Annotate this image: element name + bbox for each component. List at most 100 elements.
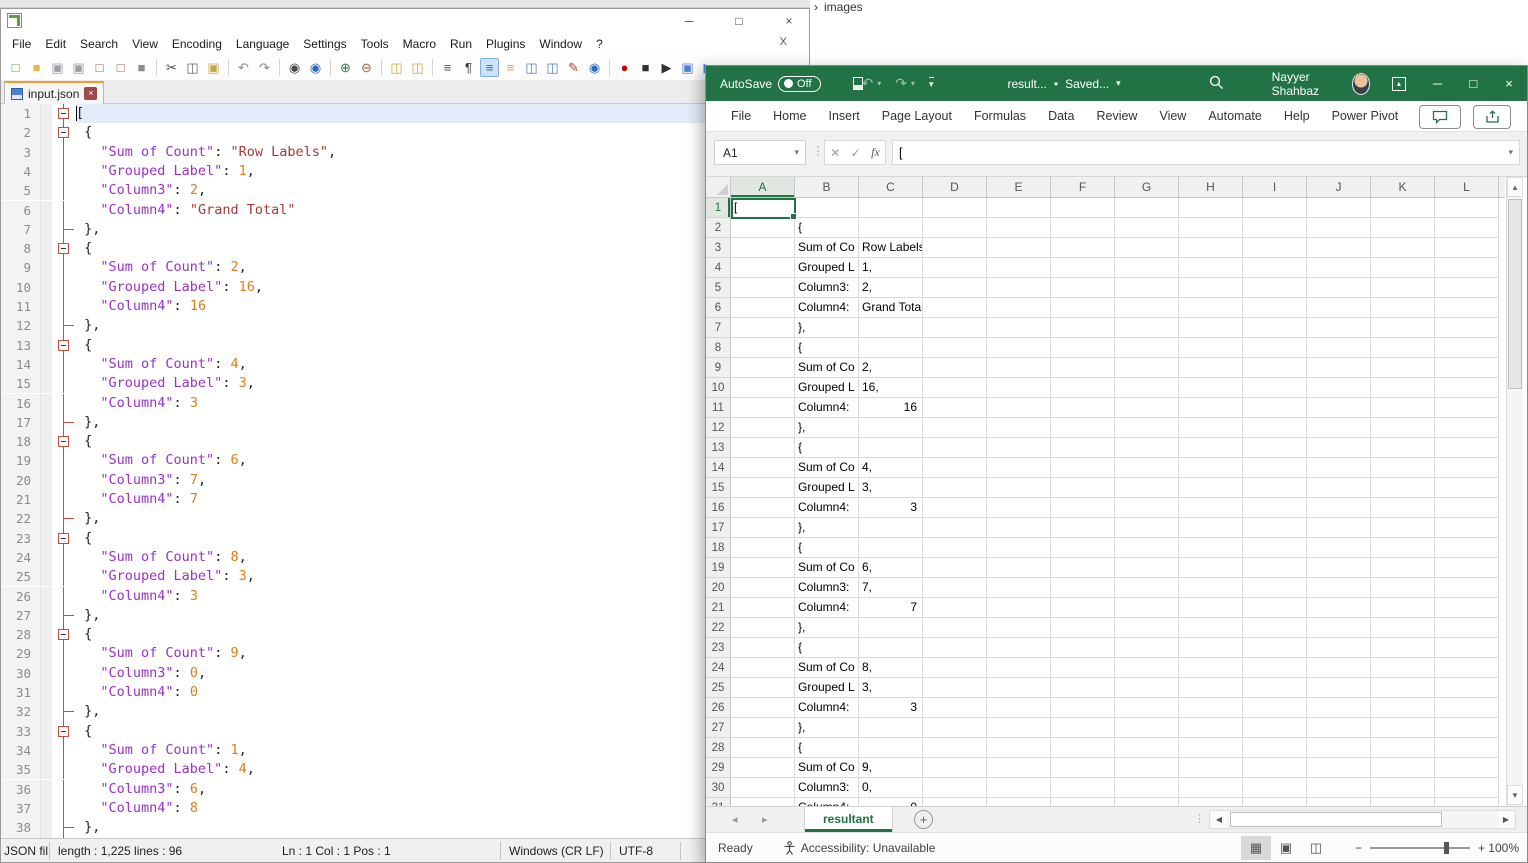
cell-H5[interactable] xyxy=(1179,278,1243,298)
cell-L17[interactable] xyxy=(1435,518,1499,538)
code-text[interactable]: }, xyxy=(76,509,809,528)
cell-L2[interactable] xyxy=(1435,218,1499,238)
cell-D20[interactable] xyxy=(923,578,987,598)
macro-play-icon[interactable]: ▶ xyxy=(657,58,676,77)
editor-line[interactable]: 38 }, xyxy=(1,818,809,837)
scroll-up-icon[interactable]: ▲ xyxy=(1507,177,1523,197)
ribbon-tab-power-pivot[interactable]: Power Pivot xyxy=(1321,104,1410,128)
bookmark-margin[interactable] xyxy=(41,143,52,162)
cell-C26[interactable]: 3 xyxy=(859,698,923,718)
cell-L21[interactable] xyxy=(1435,598,1499,618)
cell-L19[interactable] xyxy=(1435,558,1499,578)
fold-margin[interactable] xyxy=(52,587,76,606)
editor-line[interactable]: 10 "Grouped Label": 16, xyxy=(1,278,809,297)
cell-C19[interactable]: 6, xyxy=(859,558,923,578)
cell-A30[interactable] xyxy=(731,778,795,798)
bookmark-margin[interactable] xyxy=(41,567,52,586)
row-header-7[interactable]: 7 xyxy=(706,318,731,338)
cell-A3[interactable] xyxy=(731,238,795,258)
scroll-down-icon[interactable]: ▼ xyxy=(1507,785,1523,805)
customize-qat-icon[interactable]: ▾ xyxy=(929,77,934,90)
ribbon-tab-view[interactable]: View xyxy=(1148,104,1197,128)
cell-H25[interactable] xyxy=(1179,678,1243,698)
cell-K30[interactable] xyxy=(1371,778,1435,798)
cell-A11[interactable] xyxy=(731,398,795,418)
cell-I25[interactable] xyxy=(1243,678,1307,698)
cell-H18[interactable] xyxy=(1179,538,1243,558)
cell-D26[interactable] xyxy=(923,698,987,718)
cell-L14[interactable] xyxy=(1435,458,1499,478)
cell-C8[interactable] xyxy=(859,338,923,358)
cell-K4[interactable] xyxy=(1371,258,1435,278)
code-text[interactable]: "Sum of Count": 2, xyxy=(76,258,809,277)
code-text[interactable]: "Sum of Count": 4, xyxy=(76,355,809,374)
cell-D17[interactable] xyxy=(923,518,987,538)
cell-J17[interactable] xyxy=(1307,518,1371,538)
cell-K1[interactable] xyxy=(1371,198,1435,218)
cell-A22[interactable] xyxy=(731,618,795,638)
cell-J29[interactable] xyxy=(1307,758,1371,778)
cell-F31[interactable] xyxy=(1051,798,1115,806)
code-text[interactable]: }, xyxy=(76,220,809,239)
cell-I14[interactable] xyxy=(1243,458,1307,478)
macro-save-icon[interactable]: ▣ xyxy=(678,58,697,77)
cell-J10[interactable] xyxy=(1307,378,1371,398)
fold-margin[interactable] xyxy=(52,355,76,374)
cell-K9[interactable] xyxy=(1371,358,1435,378)
cell-K28[interactable] xyxy=(1371,738,1435,758)
minimize-button[interactable]: ─ xyxy=(669,11,709,31)
autosave-toggle[interactable]: AutoSave Off xyxy=(720,76,821,92)
zoom-out-icon[interactable]: ⊖ xyxy=(357,58,376,77)
row-header-17[interactable]: 17 xyxy=(706,518,731,538)
fold-margin[interactable] xyxy=(52,799,76,818)
editor-line[interactable]: 18 { xyxy=(1,432,809,451)
cell-E19[interactable] xyxy=(987,558,1051,578)
cell-A19[interactable] xyxy=(731,558,795,578)
cell-K13[interactable] xyxy=(1371,438,1435,458)
cancel-icon[interactable]: ✕ xyxy=(830,146,840,160)
bookmark-margin[interactable] xyxy=(41,683,52,702)
cell-K31[interactable] xyxy=(1371,798,1435,806)
editor-line[interactable]: 27 }, xyxy=(1,606,809,625)
cell-J2[interactable] xyxy=(1307,218,1371,238)
cell-F14[interactable] xyxy=(1051,458,1115,478)
code-text[interactable]: "Column4": 8 xyxy=(76,799,809,818)
fold-collapse-icon[interactable] xyxy=(58,533,69,544)
fold-margin[interactable] xyxy=(52,471,76,490)
bookmark-margin[interactable] xyxy=(41,162,52,181)
bookmark-margin[interactable] xyxy=(41,722,52,741)
menu-run[interactable]: Run xyxy=(443,34,479,54)
fold-margin[interactable] xyxy=(52,123,76,142)
code-text[interactable]: [ xyxy=(76,104,809,123)
cell-B1[interactable] xyxy=(795,198,859,218)
cell-D22[interactable] xyxy=(923,618,987,638)
undo-icon[interactable]: ↶ xyxy=(234,58,253,77)
cell-I30[interactable] xyxy=(1243,778,1307,798)
cell-K6[interactable] xyxy=(1371,298,1435,318)
cell-L9[interactable] xyxy=(1435,358,1499,378)
cell-I19[interactable] xyxy=(1243,558,1307,578)
cell-A13[interactable] xyxy=(731,438,795,458)
zoom-in-icon[interactable]: + xyxy=(1478,841,1485,855)
editor-line[interactable]: 11 "Column4": 16 xyxy=(1,297,809,316)
row-header-13[interactable]: 13 xyxy=(706,438,731,458)
cell-G15[interactable] xyxy=(1115,478,1179,498)
fold-collapse-icon[interactable] xyxy=(58,108,69,119)
copy-icon[interactable]: ◫ xyxy=(183,58,202,77)
cell-A10[interactable] xyxy=(731,378,795,398)
editor-line[interactable]: 34 "Sum of Count": 1, xyxy=(1,741,809,760)
cell-H19[interactable] xyxy=(1179,558,1243,578)
cell-G2[interactable] xyxy=(1115,218,1179,238)
cell-E3[interactable] xyxy=(987,238,1051,258)
editor-line[interactable]: 30 "Column3": 0, xyxy=(1,664,809,683)
row-header-9[interactable]: 9 xyxy=(706,358,731,378)
fold-collapse-icon[interactable] xyxy=(58,436,69,447)
comments-button[interactable] xyxy=(1419,105,1461,129)
cell-A25[interactable] xyxy=(731,678,795,698)
cell-H15[interactable] xyxy=(1179,478,1243,498)
macro-stop-icon[interactable]: ■ xyxy=(636,58,655,77)
code-text[interactable]: }, xyxy=(76,606,809,625)
cell-D24[interactable] xyxy=(923,658,987,678)
cell-A18[interactable] xyxy=(731,538,795,558)
fold-margin[interactable] xyxy=(52,413,76,432)
